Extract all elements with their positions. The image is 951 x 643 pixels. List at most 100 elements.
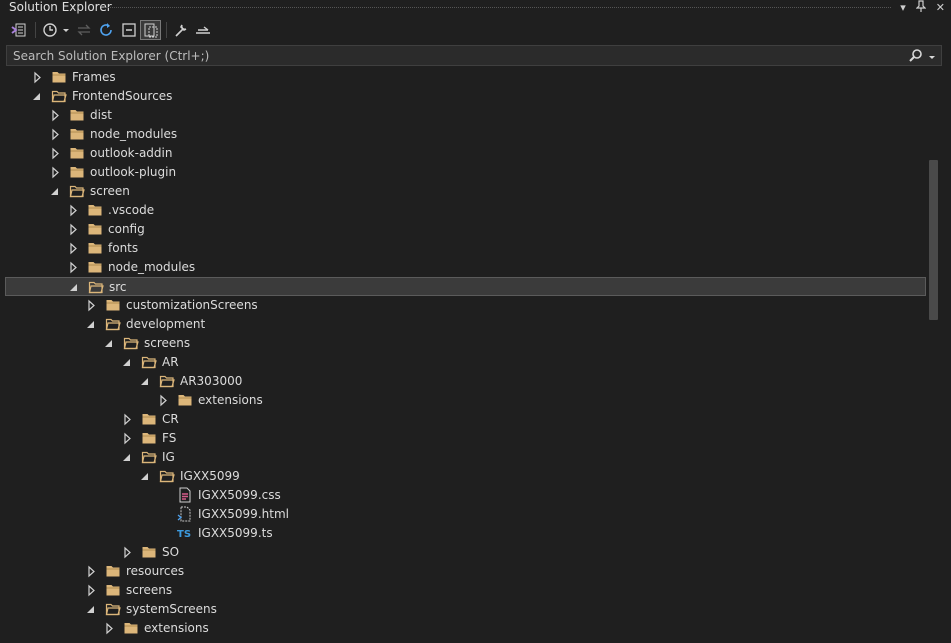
tree-folder-row[interactable]: config bbox=[5, 220, 926, 239]
expanded-arrow-icon[interactable] bbox=[86, 315, 98, 334]
expanded-arrow-icon[interactable] bbox=[32, 87, 44, 106]
expanded-arrow-icon[interactable] bbox=[69, 278, 81, 297]
scrollbar-thumb[interactable] bbox=[929, 160, 938, 320]
collapsed-arrow-icon[interactable] bbox=[68, 239, 80, 258]
tree-folder-row[interactable]: node_modules bbox=[5, 125, 926, 144]
folder-icon bbox=[69, 145, 85, 161]
tree-item-label: IGXX5099.html bbox=[198, 507, 289, 521]
tree-item-label: extensions bbox=[198, 393, 263, 407]
tree-folder-row[interactable]: AR bbox=[5, 353, 926, 372]
collapsed-arrow-icon[interactable] bbox=[122, 543, 134, 562]
tree-item-label: resources bbox=[126, 564, 185, 578]
tree-folder-row[interactable]: outlook-plugin bbox=[5, 163, 926, 182]
tree-folder-row[interactable]: resources bbox=[5, 562, 926, 581]
tree-file-row[interactable]: IGXX5099.css bbox=[5, 486, 926, 505]
tree-item-label: CR bbox=[162, 412, 179, 426]
tree-folder-row[interactable]: outlook-addin bbox=[5, 144, 926, 163]
search-input[interactable]: Search Solution Explorer (Ctrl+;) bbox=[13, 49, 209, 63]
tree-folder-row[interactable]: AR303000 bbox=[5, 372, 926, 391]
collapsed-arrow-icon[interactable] bbox=[68, 258, 80, 277]
css-file-icon bbox=[177, 487, 193, 503]
collapsed-arrow-icon[interactable] bbox=[122, 410, 134, 429]
tree-file-row[interactable]: TS IGXX5099.ts bbox=[5, 524, 926, 543]
tree-folder-row[interactable]: screens bbox=[5, 581, 926, 600]
tree-item-label: outlook-addin bbox=[90, 146, 173, 160]
tree-folder-row[interactable]: Frames bbox=[5, 68, 926, 87]
collapsed-arrow-icon[interactable] bbox=[50, 125, 62, 144]
expanded-arrow-icon[interactable] bbox=[140, 372, 152, 391]
folder-icon bbox=[87, 240, 103, 256]
show-all-files-icon[interactable] bbox=[140, 20, 161, 40]
sync-icon[interactable] bbox=[74, 20, 94, 40]
search-box[interactable]: Search Solution Explorer (Ctrl+;) bbox=[6, 45, 942, 66]
collapsed-arrow-icon[interactable] bbox=[50, 106, 62, 125]
properties-icon[interactable] bbox=[171, 20, 191, 40]
close-icon[interactable]: ✕ bbox=[936, 0, 945, 15]
collapsed-arrow-icon[interactable] bbox=[68, 220, 80, 239]
preview-icon[interactable] bbox=[193, 20, 213, 40]
search-icon[interactable] bbox=[909, 48, 923, 65]
collapsed-arrow-icon[interactable] bbox=[86, 581, 98, 600]
tree-folder-row[interactable]: dist bbox=[5, 106, 926, 125]
folder-icon bbox=[87, 221, 103, 237]
history-icon[interactable] bbox=[40, 20, 70, 40]
folder-icon bbox=[123, 620, 139, 636]
collapsed-arrow-icon[interactable] bbox=[86, 562, 98, 581]
expanded-arrow-icon[interactable] bbox=[104, 334, 116, 353]
vertical-scrollbar[interactable] bbox=[929, 68, 943, 643]
title-controls: ▾ ✕ bbox=[900, 0, 945, 15]
expanded-arrow-icon[interactable] bbox=[122, 353, 134, 372]
title-divider bbox=[104, 7, 891, 8]
tree-folder-row[interactable]: screen bbox=[5, 182, 926, 201]
collapsed-arrow-icon[interactable] bbox=[50, 163, 62, 182]
tree-item-label: IGXX5099.ts bbox=[198, 526, 273, 540]
collapsed-arrow-icon[interactable] bbox=[50, 144, 62, 163]
collapsed-arrow-icon[interactable] bbox=[32, 68, 44, 87]
tree-folder-row[interactable]: IGXX5099 bbox=[5, 467, 926, 486]
tree-folder-row[interactable]: extensions bbox=[5, 619, 926, 638]
tree-item-label: AR303000 bbox=[180, 374, 243, 388]
collapsed-arrow-icon[interactable] bbox=[86, 296, 98, 315]
collapsed-arrow-icon[interactable] bbox=[104, 619, 116, 638]
chevron-down-icon[interactable]: ▾ bbox=[900, 0, 906, 15]
tree-folder-row[interactable]: screens bbox=[5, 334, 926, 353]
tree-folder-row[interactable]: node_modules bbox=[5, 258, 926, 277]
collapse-all-icon[interactable] bbox=[119, 20, 139, 40]
folder-open-icon bbox=[51, 88, 67, 104]
title-bar: Solution Explorer ▾ ✕ bbox=[0, 0, 951, 15]
collapsed-arrow-icon[interactable] bbox=[122, 429, 134, 448]
expanded-arrow-icon[interactable] bbox=[140, 467, 152, 486]
collapsed-arrow-icon[interactable] bbox=[68, 201, 80, 220]
vs-solution-switch-icon[interactable] bbox=[8, 20, 30, 40]
tree-folder-row[interactable]: .vscode bbox=[5, 201, 926, 220]
expanded-arrow-icon[interactable] bbox=[50, 182, 62, 201]
tree-folder-row[interactable]: extensions bbox=[5, 391, 926, 410]
pin-icon[interactable] bbox=[915, 0, 927, 16]
tree-folder-row[interactable]: FS bbox=[5, 429, 926, 448]
toolbar-separator bbox=[166, 22, 167, 38]
tree-folder-row[interactable]: src bbox=[5, 277, 926, 296]
tree-item-label: SO bbox=[162, 545, 180, 559]
folder-icon bbox=[141, 430, 157, 446]
refresh-icon[interactable] bbox=[96, 20, 116, 40]
expanded-arrow-icon[interactable] bbox=[86, 600, 98, 619]
tree-folder-row[interactable]: IG bbox=[5, 448, 926, 467]
tree-folder-row[interactable]: systemScreens bbox=[5, 600, 926, 619]
expanded-arrow-icon[interactable] bbox=[122, 448, 134, 467]
tree-folder-row[interactable]: FrontendSources bbox=[5, 87, 926, 106]
tree-file-row[interactable]: IGXX5099.html bbox=[5, 505, 926, 524]
tree-folder-row[interactable]: development bbox=[5, 315, 926, 334]
folder-open-icon bbox=[141, 354, 157, 370]
folder-open-icon bbox=[88, 279, 104, 295]
folder-icon bbox=[69, 126, 85, 142]
search-options-dropdown-icon[interactable] bbox=[928, 51, 936, 65]
tree-folder-row[interactable]: CR bbox=[5, 410, 926, 429]
tree-folder-row[interactable]: SO bbox=[5, 543, 926, 562]
tree-folder-row[interactable]: fonts bbox=[5, 239, 926, 258]
tree-item-label: outlook-plugin bbox=[90, 165, 177, 179]
tree-item-label: screens bbox=[144, 336, 191, 350]
collapsed-arrow-icon[interactable] bbox=[158, 391, 170, 410]
tree-folder-row[interactable]: customizationScreens bbox=[5, 296, 926, 315]
html-file-icon bbox=[177, 506, 193, 522]
folder-open-icon bbox=[141, 449, 157, 465]
